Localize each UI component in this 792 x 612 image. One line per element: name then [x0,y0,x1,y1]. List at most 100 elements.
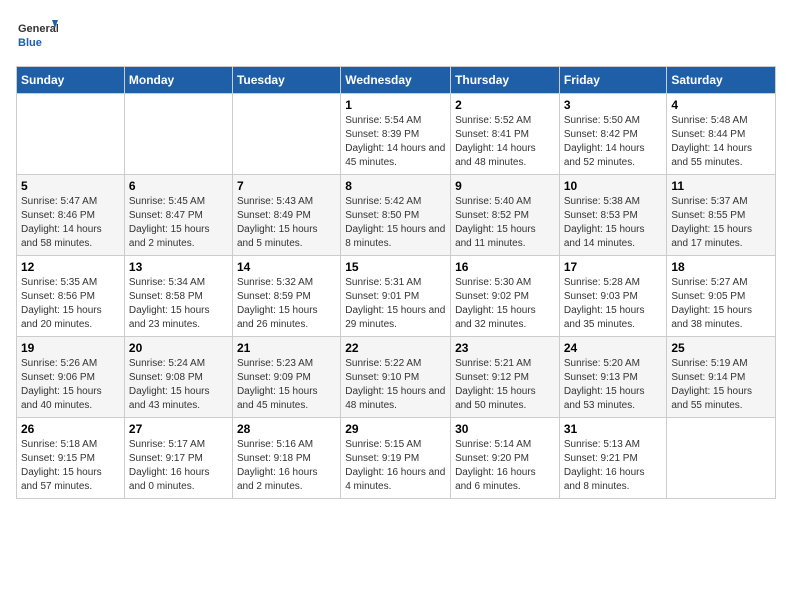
day-number: 13 [129,260,228,274]
day-header-sunday: Sunday [17,67,125,94]
day-info: Sunrise: 5:30 AM Sunset: 9:02 PM Dayligh… [455,276,555,332]
day-number: 2 [455,98,555,112]
day-number: 3 [564,98,663,112]
calendar-cell: 25 Sunrise: 5:19 AM Sunset: 9:14 PM Dayli… [667,337,776,418]
calendar-cell [667,418,776,499]
day-number: 29 [345,422,446,436]
calendar-cell: 24 Sunrise: 5:20 AM Sunset: 9:13 PM Dayli… [559,337,667,418]
day-info: Sunrise: 5:47 AM Sunset: 8:46 PM Dayligh… [21,195,120,251]
day-number: 1 [345,98,446,112]
calendar-cell: 14 Sunrise: 5:32 AM Sunset: 8:59 PM Dayli… [232,256,340,337]
calendar-cell: 6 Sunrise: 5:45 AM Sunset: 8:47 PM Daylig… [124,175,232,256]
day-info: Sunrise: 5:18 AM Sunset: 9:15 PM Dayligh… [21,438,120,494]
day-number: 14 [237,260,336,274]
day-info: Sunrise: 5:42 AM Sunset: 8:50 PM Dayligh… [345,195,446,251]
calendar-cell: 11Sunrise: 5:37 AM Sunset: 8:55 PM Dayli… [667,175,776,256]
day-number: 4 [671,98,771,112]
day-info: Sunrise: 5:21 AM Sunset: 9:12 PM Dayligh… [455,357,555,413]
calendar-cell: 2 Sunrise: 5:52 AM Sunset: 8:41 PM Daylig… [451,94,560,175]
calendar-cell: 1 Sunrise: 5:54 AM Sunset: 8:39 PM Daylig… [341,94,451,175]
day-number: 20 [129,341,228,355]
calendar-cell: 30 Sunrise: 5:14 AM Sunset: 9:20 PM Dayli… [451,418,560,499]
day-number: 18 [671,260,771,274]
calendar-cell: 20 Sunrise: 5:24 AM Sunset: 9:08 PM Dayli… [124,337,232,418]
day-info: Sunrise: 5:31 AM Sunset: 9:01 PM Dayligh… [345,276,446,332]
day-number: 30 [455,422,555,436]
day-number: 8 [345,179,446,193]
day-info: Sunrise: 5:48 AM Sunset: 8:44 PM Dayligh… [671,114,771,170]
day-header-wednesday: Wednesday [341,67,451,94]
svg-text:General: General [18,23,58,35]
day-info: Sunrise: 5:14 AM Sunset: 9:20 PM Dayligh… [455,438,555,494]
day-number: 9 [455,179,555,193]
calendar-cell [124,94,232,175]
day-info: Sunrise: 5:22 AM Sunset: 9:10 PM Dayligh… [345,357,446,413]
day-info: Sunrise: 5:15 AM Sunset: 9:19 PM Dayligh… [345,438,446,494]
day-number: 24 [564,341,663,355]
day-header-saturday: Saturday [667,67,776,94]
calendar-cell: 29 Sunrise: 5:15 AM Sunset: 9:19 PM Dayli… [341,418,451,499]
calendar-header-row: SundayMondayTuesdayWednesdayThursdayFrid… [17,67,776,94]
day-info: Sunrise: 5:45 AM Sunset: 8:47 PM Dayligh… [129,195,228,251]
day-info: Sunrise: 5:26 AM Sunset: 9:06 PM Dayligh… [21,357,120,413]
calendar-cell: 19Sunrise: 5:26 AM Sunset: 9:06 PM Dayli… [17,337,125,418]
calendar-cell: 28Sunrise: 5:16 AM Sunset: 9:18 PM Dayli… [232,418,340,499]
day-info: Sunrise: 5:50 AM Sunset: 8:42 PM Dayligh… [564,114,663,170]
day-number: 12 [21,260,120,274]
day-header-tuesday: Tuesday [232,67,340,94]
calendar-cell: 5 Sunrise: 5:47 AM Sunset: 8:46 PM Daylig… [17,175,125,256]
day-number: 25 [671,341,771,355]
day-info: Sunrise: 5:43 AM Sunset: 8:49 PM Dayligh… [237,195,336,251]
day-info: Sunrise: 5:54 AM Sunset: 8:39 PM Dayligh… [345,114,446,170]
day-info: Sunrise: 5:17 AM Sunset: 9:17 PM Dayligh… [129,438,228,494]
calendar-cell: 4 Sunrise: 5:48 AM Sunset: 8:44 PM Daylig… [667,94,776,175]
day-info: Sunrise: 5:34 AM Sunset: 8:58 PM Dayligh… [129,276,228,332]
day-info: Sunrise: 5:19 AM Sunset: 9:14 PM Dayligh… [671,357,771,413]
day-info: Sunrise: 5:28 AM Sunset: 9:03 PM Dayligh… [564,276,663,332]
calendar-cell: 17 Sunrise: 5:28 AM Sunset: 9:03 PM Dayli… [559,256,667,337]
calendar-cell: 22 Sunrise: 5:22 AM Sunset: 9:10 PM Dayli… [341,337,451,418]
day-number: 6 [129,179,228,193]
calendar-week-row: 5 Sunrise: 5:47 AM Sunset: 8:46 PM Daylig… [17,175,776,256]
calendar-cell [232,94,340,175]
calendar-week-row: 19Sunrise: 5:26 AM Sunset: 9:06 PM Dayli… [17,337,776,418]
day-number: 17 [564,260,663,274]
header: General Blue [16,16,776,58]
day-number: 15 [345,260,446,274]
calendar-cell [17,94,125,175]
day-number: 22 [345,341,446,355]
calendar-cell: 23Sunrise: 5:21 AM Sunset: 9:12 PM Dayli… [451,337,560,418]
day-info: Sunrise: 5:52 AM Sunset: 8:41 PM Dayligh… [455,114,555,170]
day-info: Sunrise: 5:35 AM Sunset: 8:56 PM Dayligh… [21,276,120,332]
day-number: 5 [21,179,120,193]
day-number: 16 [455,260,555,274]
calendar-cell: 8 Sunrise: 5:42 AM Sunset: 8:50 PM Daylig… [341,175,451,256]
calendar-cell: 9 Sunrise: 5:40 AM Sunset: 8:52 PM Daylig… [451,175,560,256]
calendar-cell: 27 Sunrise: 5:17 AM Sunset: 9:17 PM Dayli… [124,418,232,499]
calendar-week-row: 26Sunrise: 5:18 AM Sunset: 9:15 PM Dayli… [17,418,776,499]
logo-icon: General Blue [16,16,58,58]
calendar-week-row: 1 Sunrise: 5:54 AM Sunset: 8:39 PM Daylig… [17,94,776,175]
day-number: 27 [129,422,228,436]
day-info: Sunrise: 5:32 AM Sunset: 8:59 PM Dayligh… [237,276,336,332]
day-info: Sunrise: 5:40 AM Sunset: 8:52 PM Dayligh… [455,195,555,251]
day-number: 21 [237,341,336,355]
day-number: 11 [671,179,771,193]
svg-text:Blue: Blue [18,37,42,49]
day-info: Sunrise: 5:27 AM Sunset: 9:05 PM Dayligh… [671,276,771,332]
calendar-cell: 12 Sunrise: 5:35 AM Sunset: 8:56 PM Dayli… [17,256,125,337]
calendar-week-row: 12 Sunrise: 5:35 AM Sunset: 8:56 PM Dayli… [17,256,776,337]
day-info: Sunrise: 5:20 AM Sunset: 9:13 PM Dayligh… [564,357,663,413]
logo: General Blue [16,16,58,58]
calendar-cell: 16 Sunrise: 5:30 AM Sunset: 9:02 PM Dayli… [451,256,560,337]
calendar-cell: 7 Sunrise: 5:43 AM Sunset: 8:49 PM Daylig… [232,175,340,256]
day-number: 10 [564,179,663,193]
day-number: 7 [237,179,336,193]
day-info: Sunrise: 5:38 AM Sunset: 8:53 PM Dayligh… [564,195,663,251]
day-info: Sunrise: 5:24 AM Sunset: 9:08 PM Dayligh… [129,357,228,413]
calendar-cell: 21 Sunrise: 5:23 AM Sunset: 9:09 PM Dayli… [232,337,340,418]
calendar-cell: 3 Sunrise: 5:50 AM Sunset: 8:42 PM Daylig… [559,94,667,175]
day-info: Sunrise: 5:23 AM Sunset: 9:09 PM Dayligh… [237,357,336,413]
day-header-friday: Friday [559,67,667,94]
calendar-cell: 10 Sunrise: 5:38 AM Sunset: 8:53 PM Dayli… [559,175,667,256]
